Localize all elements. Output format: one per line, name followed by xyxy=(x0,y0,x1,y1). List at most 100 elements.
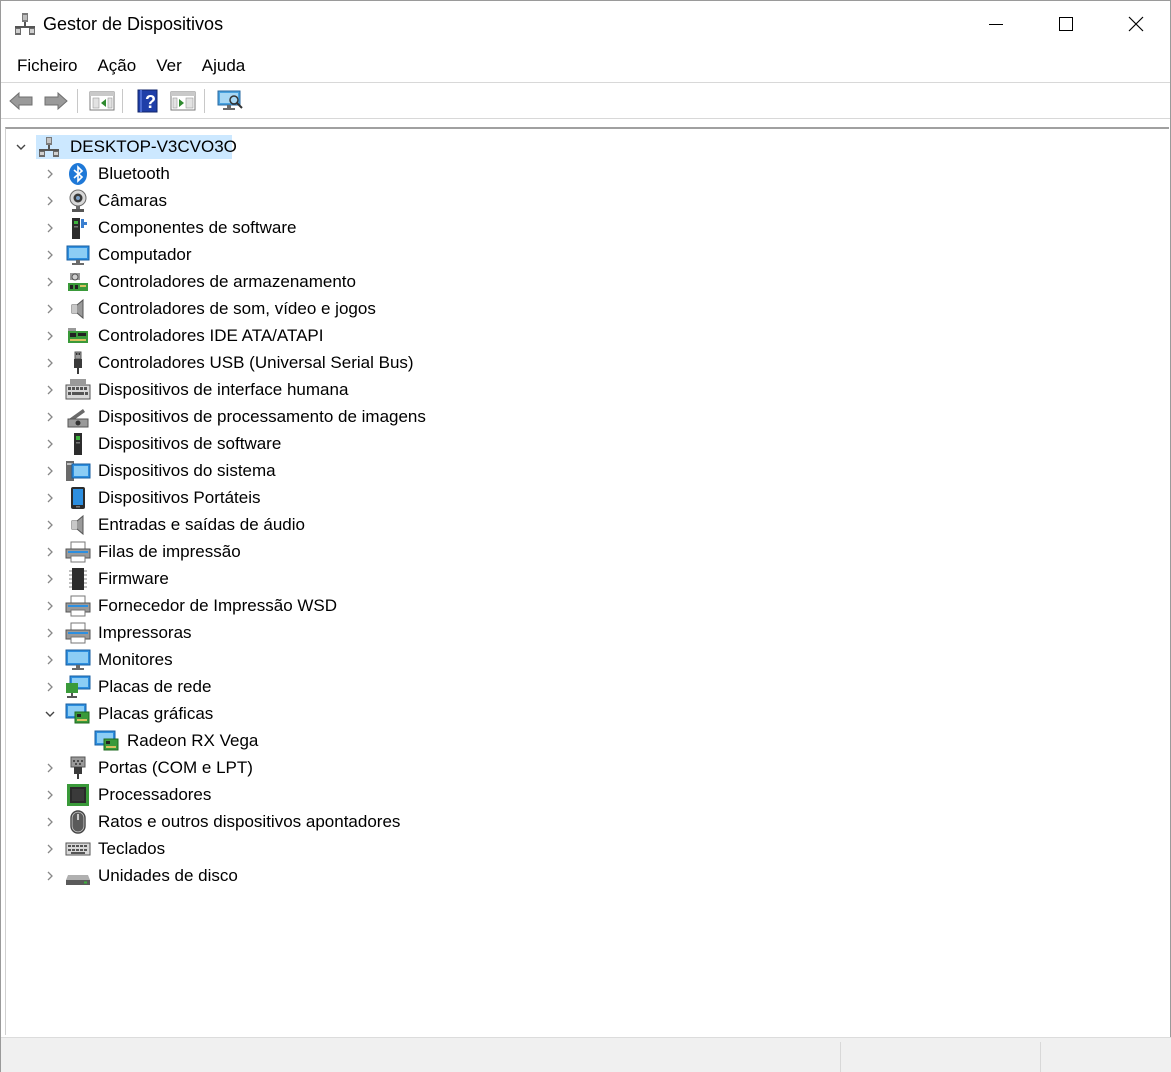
device-manager-app-icon xyxy=(15,13,35,35)
chevron-down-icon[interactable] xyxy=(43,707,57,721)
speaker-icon xyxy=(65,297,91,321)
tree-category-row[interactable]: Controladores USB (Universal Serial Bus) xyxy=(6,349,706,376)
scan-hardware-button[interactable] xyxy=(215,87,245,115)
chevron-right-icon[interactable] xyxy=(43,356,57,370)
chevron-right-icon[interactable] xyxy=(43,221,57,235)
chevron-right-icon[interactable] xyxy=(43,437,57,451)
chevron-right-icon[interactable] xyxy=(43,302,57,316)
tree-category-row[interactable]: Componentes de software xyxy=(6,214,706,241)
tree-category-row[interactable]: Bluetooth xyxy=(6,160,706,187)
show-hide-console-tree-button[interactable] xyxy=(87,87,117,115)
chevron-right-icon[interactable] xyxy=(43,167,57,181)
tree-category-row[interactable]: Fornecedor de Impressão WSD xyxy=(6,592,706,619)
menu-acao[interactable]: Ação xyxy=(87,51,146,81)
tree-category-row[interactable]: Controladores IDE ATA/ATAPI xyxy=(6,322,706,349)
printer-icon xyxy=(65,621,91,645)
tree-category-label: Controladores de armazenamento xyxy=(98,272,356,291)
chevron-right-icon[interactable] xyxy=(43,761,57,775)
forward-arrow-icon xyxy=(44,91,68,111)
tree-category-row[interactable]: Dispositivos Portáteis xyxy=(6,484,706,511)
network-adapter-icon xyxy=(65,675,91,699)
chevron-right-icon[interactable] xyxy=(43,464,57,478)
chevron-right-icon[interactable] xyxy=(43,545,57,559)
menu-ajuda[interactable]: Ajuda xyxy=(192,51,255,81)
tree-category-row[interactable]: Placas de rede xyxy=(6,673,706,700)
status-divider xyxy=(1040,1042,1041,1072)
display-adapter-icon xyxy=(94,729,120,753)
chevron-right-icon[interactable] xyxy=(43,248,57,262)
chevron-right-icon[interactable] xyxy=(43,626,57,640)
tree-category-label: Computador xyxy=(98,245,192,264)
tree-category-row[interactable]: Firmware xyxy=(6,565,706,592)
back-arrow-icon xyxy=(9,91,33,111)
audio-io-icon xyxy=(65,513,91,537)
tree-category-row[interactable]: Dispositivos de processamento de imagens xyxy=(6,403,706,430)
tree-category-label: Filas de impressão xyxy=(98,542,241,561)
close-icon xyxy=(1128,16,1144,32)
menu-ver[interactable]: Ver xyxy=(146,51,192,81)
toolbar-separator xyxy=(204,89,205,113)
toolbar-separator-line xyxy=(1,118,1170,119)
tree-root-row[interactable]: DESKTOP-V3CVO3O xyxy=(6,133,606,160)
chevron-right-icon[interactable] xyxy=(43,275,57,289)
tree-category-row[interactable]: Dispositivos do sistema xyxy=(6,457,706,484)
tree-category-row[interactable]: Placas gráficas xyxy=(6,700,706,727)
chevron-right-icon[interactable] xyxy=(43,194,57,208)
chevron-right-icon[interactable] xyxy=(43,572,57,586)
device-manager-window: Gestor de Dispositivos Ficheiro Ação Ver… xyxy=(0,0,1171,1072)
chevron-right-icon[interactable] xyxy=(43,680,57,694)
chevron-down-icon[interactable] xyxy=(14,140,28,154)
action-pane-button[interactable] xyxy=(168,87,198,115)
forward-button[interactable] xyxy=(41,87,71,115)
tree-category-row[interactable]: Monitores xyxy=(6,646,706,673)
chevron-right-icon[interactable] xyxy=(43,383,57,397)
tree-category-label: Impressoras xyxy=(98,623,192,642)
chevron-right-icon[interactable] xyxy=(43,788,57,802)
tree-category-label: Controladores USB (Universal Serial Bus) xyxy=(98,353,414,372)
chevron-right-icon[interactable] xyxy=(43,815,57,829)
window-title: Gestor de Dispositivos xyxy=(43,14,224,34)
chevron-right-icon[interactable] xyxy=(43,869,57,883)
minimize-button[interactable] xyxy=(961,1,1031,47)
tree-category-label: Ratos e outros dispositivos apontadores xyxy=(98,812,401,831)
software-device-icon xyxy=(65,432,91,456)
tree-category-row[interactable]: Processadores xyxy=(6,781,706,808)
tree-category-row[interactable]: Ratos e outros dispositivos apontadores xyxy=(6,808,706,835)
tree-category-label: Entradas e saídas de áudio xyxy=(98,515,305,534)
tree-category-label: Controladores de som, vídeo e jogos xyxy=(98,299,376,318)
chevron-right-icon[interactable] xyxy=(43,842,57,856)
tree-category-row[interactable]: Teclados xyxy=(6,835,706,862)
chevron-right-icon[interactable] xyxy=(43,491,57,505)
tree-category-row[interactable]: Filas de impressão xyxy=(6,538,706,565)
tree-category-row[interactable]: Entradas e saídas de áudio xyxy=(6,511,706,538)
tree-category-row[interactable]: Dispositivos de interface humana xyxy=(6,376,706,403)
tree-category-row[interactable]: Dispositivos de software xyxy=(6,430,706,457)
maximize-button[interactable] xyxy=(1031,1,1101,47)
tree-category-row[interactable]: Controladores de som, vídeo e jogos xyxy=(6,295,706,322)
title-bar[interactable]: Gestor de Dispositivos xyxy=(1,1,1170,47)
display-adapter-icon xyxy=(65,702,91,726)
chevron-right-icon[interactable] xyxy=(43,653,57,667)
menu-ficheiro[interactable]: Ficheiro xyxy=(7,51,87,81)
back-button[interactable] xyxy=(6,87,36,115)
maximize-icon xyxy=(1059,17,1073,31)
chevron-right-icon[interactable] xyxy=(43,410,57,424)
tree-category-row[interactable]: Portas (COM e LPT) xyxy=(6,754,706,781)
help-button[interactable]: ? xyxy=(133,87,163,115)
close-button[interactable] xyxy=(1101,1,1171,47)
camera-icon xyxy=(65,189,91,213)
device-tree[interactable]: DESKTOP-V3CVO3O Bluetooth Câmaras Componen… xyxy=(5,127,1169,1035)
minimize-icon xyxy=(989,24,1003,25)
tree-category-row[interactable]: Computador xyxy=(6,241,706,268)
software-component-icon xyxy=(65,216,91,240)
chevron-right-icon[interactable] xyxy=(43,518,57,532)
chevron-right-icon[interactable] xyxy=(43,599,57,613)
tree-category-row[interactable]: Unidades de disco xyxy=(6,862,706,889)
tree-category-row[interactable]: Câmaras xyxy=(6,187,706,214)
chevron-right-icon[interactable] xyxy=(43,329,57,343)
tree-category-row[interactable]: Impressoras xyxy=(6,619,706,646)
tree-category-label: Dispositivos do sistema xyxy=(98,461,276,480)
tree-category-row[interactable]: Controladores de armazenamento xyxy=(6,268,706,295)
tree-device-row[interactable]: Radeon RX Vega xyxy=(6,727,706,754)
tree-category-label: Teclados xyxy=(98,839,166,858)
